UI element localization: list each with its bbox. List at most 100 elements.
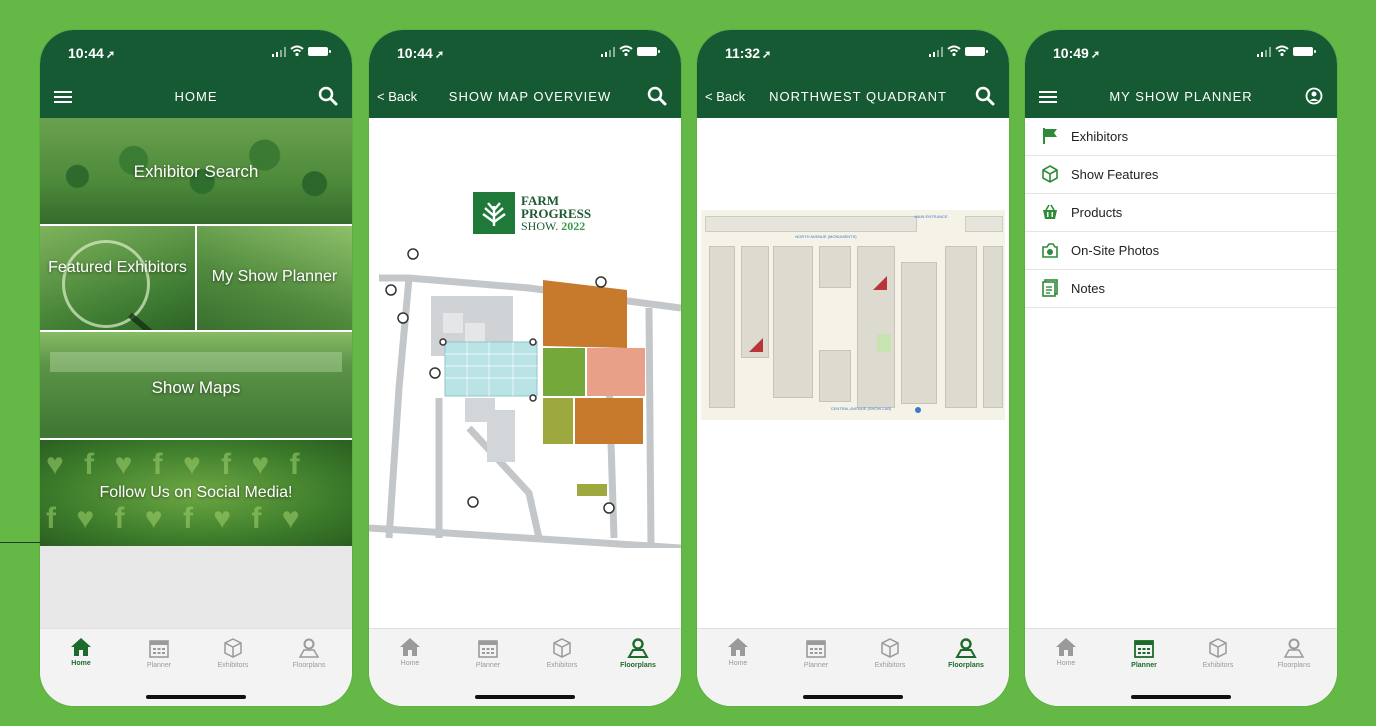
- home-indicator: [1131, 695, 1231, 699]
- tab-exhibitors[interactable]: Exhibitors: [855, 637, 925, 669]
- status-bar: 10:44 ➚: [40, 30, 352, 76]
- back-button[interactable]: < Back: [377, 89, 417, 104]
- phone-show-planner: 10:49 ➚ MY SHOW PLANNER Exhibitors Show F…: [1025, 30, 1337, 706]
- flag-icon: [1043, 128, 1057, 144]
- social-pattern-top: ♥ f ♥ f ♥ f ♥ f: [46, 448, 306, 481]
- wifi-icon: [1275, 45, 1289, 57]
- tab-exhibitors[interactable]: Exhibitors: [1183, 637, 1253, 669]
- status-bar: 10:44 ➚: [369, 30, 681, 76]
- tab-bar: Home Planner Exhibitors Floorplans: [369, 628, 681, 706]
- search-icon[interactable]: [647, 86, 667, 106]
- search-icon[interactable]: [975, 86, 995, 106]
- tab-home[interactable]: Home: [703, 637, 773, 667]
- signal-icon: [272, 47, 286, 57]
- list-item-label: Exhibitors: [1071, 129, 1129, 144]
- my-show-planner-tile[interactable]: My Show Planner: [197, 226, 352, 330]
- cube-icon: [881, 638, 899, 658]
- tab-floorplans-label: Floorplans: [620, 662, 656, 669]
- exhibitor-search-tile[interactable]: Exhibitor Search: [40, 118, 352, 224]
- highlight-booth: [877, 334, 891, 352]
- magnifier-handle: [128, 312, 163, 330]
- tab-planner[interactable]: Planner: [124, 637, 194, 669]
- home-icon: [728, 638, 748, 656]
- calendar-icon: [149, 640, 169, 658]
- home-indicator: [475, 695, 575, 699]
- logo-show-line: SHOW. 2022: [521, 220, 591, 233]
- tab-home[interactable]: Home: [46, 637, 116, 667]
- battery-icon: [965, 47, 988, 56]
- home-icon: [1056, 638, 1076, 656]
- booth-block: [819, 350, 851, 402]
- list-item-label: Products: [1071, 205, 1123, 220]
- account-icon[interactable]: [1305, 87, 1323, 105]
- list-item-products[interactable]: Products: [1025, 194, 1337, 232]
- logo-show: SHOW.: [521, 219, 559, 233]
- tab-floorplans[interactable]: Floorplans: [1259, 637, 1329, 669]
- calendar-icon: [478, 640, 498, 658]
- list-item-label: On-Site Photos: [1071, 243, 1160, 258]
- system-icons: [929, 45, 988, 57]
- battery-icon: [1293, 47, 1316, 56]
- list-item-show-features[interactable]: Show Features: [1025, 156, 1337, 194]
- tab-home-label: Home: [71, 660, 91, 667]
- tab-planner-label: Planner: [1131, 662, 1157, 669]
- cube-icon: [1042, 165, 1058, 183]
- tab-home-label: Home: [400, 660, 420, 667]
- signal-icon: [601, 47, 615, 57]
- my-show-planner-label: My Show Planner: [211, 268, 338, 285]
- quadrant-map[interactable]: MAIN ENTRANCE NORTH AVENUE (MONUMENTS) C…: [697, 118, 1009, 628]
- phone-home-screen: 10:44 ➚ HOME Exhibitor Search Featured Ex…: [40, 30, 352, 706]
- map-pin-icon: [298, 638, 320, 658]
- farm-progress-logo-icon: [473, 192, 515, 234]
- list-item-notes[interactable]: Notes: [1025, 270, 1337, 308]
- system-icons: [601, 45, 660, 57]
- home-icon: [400, 638, 420, 656]
- tab-planner[interactable]: Planner: [781, 637, 851, 669]
- tab-home[interactable]: Home: [375, 637, 445, 667]
- cube-icon: [1209, 638, 1227, 658]
- tab-exhibitors-label: Exhibitors: [546, 662, 578, 669]
- location-arrow-icon: ➚: [105, 49, 116, 61]
- tab-planner[interactable]: Planner: [1109, 637, 1179, 669]
- search-icon[interactable]: [318, 86, 338, 106]
- page-title: MY SHOW PLANNER: [1109, 89, 1253, 104]
- calendar-icon: [1134, 640, 1154, 658]
- wifi-icon: [947, 45, 961, 57]
- tab-home[interactable]: Home: [1031, 637, 1101, 667]
- notes-icon: [1042, 279, 1058, 297]
- booth-block: [709, 246, 735, 408]
- tab-home-label: Home: [728, 660, 748, 667]
- list-item-on-site-photos[interactable]: On-Site Photos: [1025, 232, 1337, 270]
- tab-exhibitors-label: Exhibitors: [1202, 662, 1234, 669]
- battery-icon: [308, 47, 331, 56]
- site-map-graphic: [369, 248, 681, 548]
- tab-exhibitors[interactable]: Exhibitors: [198, 637, 268, 669]
- tab-bar: Home Planner Exhibitors Floorplans: [1025, 628, 1337, 706]
- list-item-exhibitors[interactable]: Exhibitors: [1025, 118, 1337, 156]
- top-right-booths: [965, 216, 1003, 232]
- exhibitor-search-label: Exhibitor Search: [133, 162, 259, 181]
- camera-icon: [1042, 243, 1058, 258]
- home-indicator: [146, 695, 246, 699]
- battery-icon: [637, 47, 660, 56]
- tab-floorplans[interactable]: Floorplans: [931, 637, 1001, 669]
- wifi-icon: [619, 45, 633, 57]
- show-maps-tile[interactable]: Show Maps: [40, 332, 352, 438]
- phone-map-overview: 10:44 ➚ < Back SHOW MAP OVERVIEW FARM PRO…: [369, 30, 681, 706]
- north-avenue-label: NORTH AVENUE (MONUMENTS): [795, 234, 857, 239]
- tab-floorplans[interactable]: Floorplans: [274, 637, 344, 669]
- featured-exhibitors-tile[interactable]: Featured Exhibitors: [40, 226, 195, 330]
- magnifier-graphic: [62, 240, 150, 328]
- show-map[interactable]: FARM PROGRESS SHOW. 2022: [369, 118, 681, 628]
- back-button[interactable]: < Back: [705, 89, 745, 104]
- tab-planner[interactable]: Planner: [453, 637, 523, 669]
- tab-floorplans-label: Floorplans: [948, 662, 984, 669]
- status-time: 10:49 ➚: [1053, 45, 1101, 61]
- social-media-tile[interactable]: ♥ f ♥ f ♥ f ♥ f f ♥ f ♥ f ♥ f ♥ Follow U…: [40, 440, 352, 546]
- logo-text: FARM PROGRESS SHOW. 2022: [521, 194, 591, 233]
- location-arrow-icon: ➚: [434, 49, 445, 61]
- calendar-icon: [806, 640, 826, 658]
- tab-floorplans[interactable]: Floorplans: [603, 637, 673, 669]
- page-title: SHOW MAP OVERVIEW: [448, 89, 612, 104]
- tab-exhibitors[interactable]: Exhibitors: [527, 637, 597, 669]
